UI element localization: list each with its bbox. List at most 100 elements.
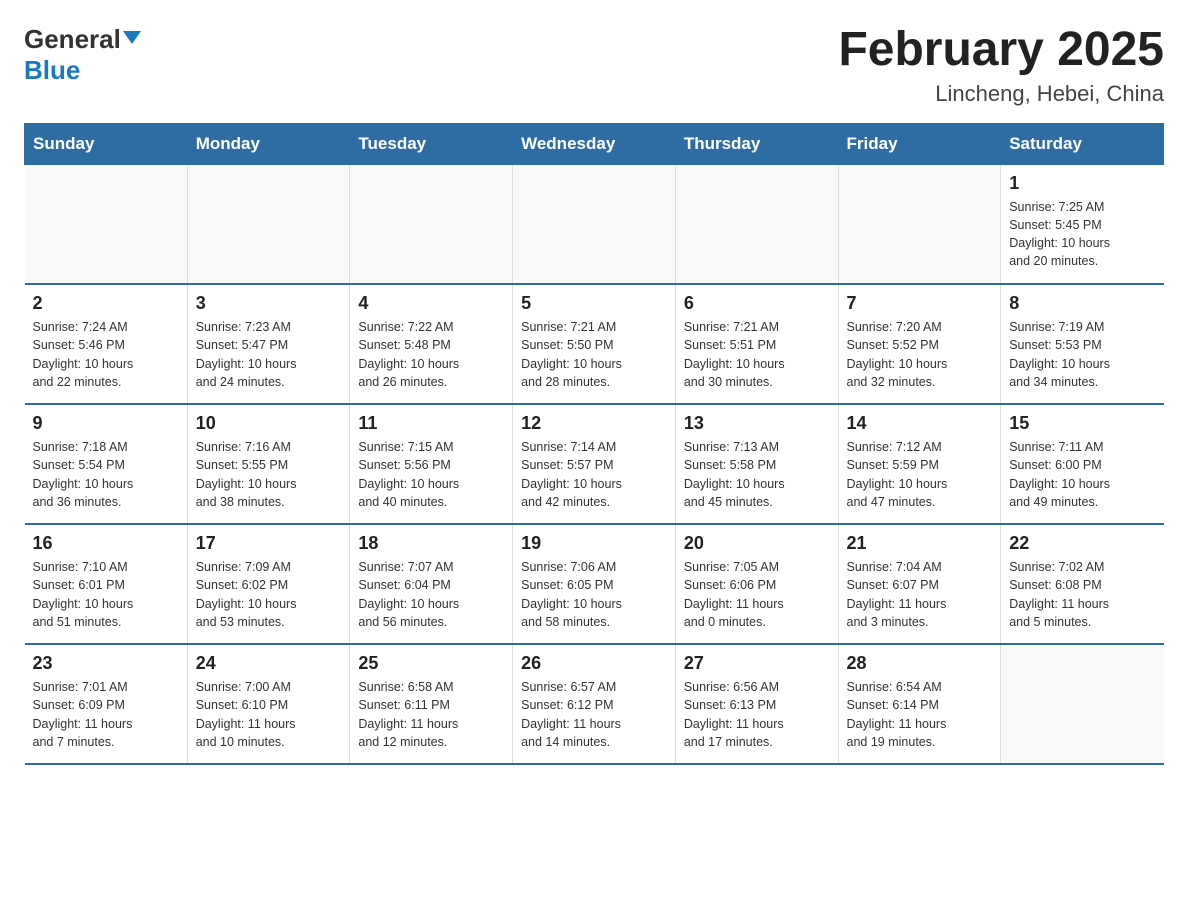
calendar-day-cell <box>25 164 188 284</box>
calendar-week-row: 16 Sunrise: 7:10 AMSunset: 6:01 PMDayligh… <box>25 524 1164 644</box>
title-block: February 2025 Lincheng, Hebei, China <box>838 24 1164 107</box>
calendar-day-cell <box>1001 644 1164 764</box>
calendar-day-cell: 5 Sunrise: 7:21 AMSunset: 5:50 PMDaylight… <box>513 284 676 404</box>
day-info: Sunrise: 7:21 AMSunset: 5:50 PMDaylight:… <box>521 318 667 391</box>
day-info: Sunrise: 7:23 AMSunset: 5:47 PMDaylight:… <box>196 318 342 391</box>
day-number: 8 <box>1009 293 1155 314</box>
calendar-day-cell: 6 Sunrise: 7:21 AMSunset: 5:51 PMDaylight… <box>675 284 838 404</box>
day-of-week-header: Monday <box>187 123 350 164</box>
day-number: 5 <box>521 293 667 314</box>
calendar-week-row: 23 Sunrise: 7:01 AMSunset: 6:09 PMDayligh… <box>25 644 1164 764</box>
day-info: Sunrise: 7:18 AMSunset: 5:54 PMDaylight:… <box>33 438 179 511</box>
day-number: 18 <box>358 533 504 554</box>
calendar-day-cell: 9 Sunrise: 7:18 AMSunset: 5:54 PMDaylight… <box>25 404 188 524</box>
calendar-day-cell: 27 Sunrise: 6:56 AMSunset: 6:13 PMDayligh… <box>675 644 838 764</box>
day-info: Sunrise: 7:09 AMSunset: 6:02 PMDaylight:… <box>196 558 342 631</box>
calendar-header: SundayMondayTuesdayWednesdayThursdayFrid… <box>25 123 1164 164</box>
calendar-day-cell: 1Sunrise: 7:25 AMSunset: 5:45 PMDaylight… <box>1001 164 1164 284</box>
calendar-day-cell: 7 Sunrise: 7:20 AMSunset: 5:52 PMDaylight… <box>838 284 1001 404</box>
day-info: Sunrise: 7:19 AMSunset: 5:53 PMDaylight:… <box>1009 318 1155 391</box>
day-number: 6 <box>684 293 830 314</box>
day-info: Sunrise: 7:04 AMSunset: 6:07 PMDaylight:… <box>847 558 993 631</box>
day-number: 11 <box>358 413 504 434</box>
logo-text: General <box>24 24 141 55</box>
header-row: SundayMondayTuesdayWednesdayThursdayFrid… <box>25 123 1164 164</box>
day-info: Sunrise: 6:56 AMSunset: 6:13 PMDaylight:… <box>684 678 830 751</box>
calendar-day-cell: 13 Sunrise: 7:13 AMSunset: 5:58 PMDayligh… <box>675 404 838 524</box>
day-info: Sunrise: 6:57 AMSunset: 6:12 PMDaylight:… <box>521 678 667 751</box>
calendar-day-cell: 22Sunrise: 7:02 AMSunset: 6:08 PMDayligh… <box>1001 524 1164 644</box>
calendar-day-cell: 26 Sunrise: 6:57 AMSunset: 6:12 PMDayligh… <box>513 644 676 764</box>
calendar-day-cell: 12Sunrise: 7:14 AMSunset: 5:57 PMDayligh… <box>513 404 676 524</box>
calendar-day-cell: 11 Sunrise: 7:15 AMSunset: 5:56 PMDayligh… <box>350 404 513 524</box>
calendar-day-cell <box>675 164 838 284</box>
calendar-day-cell: 23 Sunrise: 7:01 AMSunset: 6:09 PMDayligh… <box>25 644 188 764</box>
day-info: Sunrise: 7:02 AMSunset: 6:08 PMDaylight:… <box>1009 558 1155 631</box>
day-of-week-header: Friday <box>838 123 1001 164</box>
calendar-day-cell: 3 Sunrise: 7:23 AMSunset: 5:47 PMDaylight… <box>187 284 350 404</box>
calendar-day-cell: 17 Sunrise: 7:09 AMSunset: 6:02 PMDayligh… <box>187 524 350 644</box>
calendar-day-cell: 14Sunrise: 7:12 AMSunset: 5:59 PMDayligh… <box>838 404 1001 524</box>
day-info: Sunrise: 7:24 AMSunset: 5:46 PMDaylight:… <box>33 318 179 391</box>
day-number: 21 <box>847 533 993 554</box>
day-number: 13 <box>684 413 830 434</box>
day-number: 26 <box>521 653 667 674</box>
calendar-day-cell <box>187 164 350 284</box>
calendar-title: February 2025 <box>838 24 1164 77</box>
day-info: Sunrise: 6:54 AMSunset: 6:14 PMDaylight:… <box>847 678 993 751</box>
day-info: Sunrise: 7:10 AMSunset: 6:01 PMDaylight:… <box>33 558 179 631</box>
page-header: General Blue February 2025 Lincheng, Heb… <box>24 24 1164 107</box>
day-info: Sunrise: 7:22 AMSunset: 5:48 PMDaylight:… <box>358 318 504 391</box>
day-number: 10 <box>196 413 342 434</box>
logo-arrow-icon <box>123 31 141 44</box>
calendar-day-cell: 2 Sunrise: 7:24 AMSunset: 5:46 PMDaylight… <box>25 284 188 404</box>
calendar-day-cell: 21 Sunrise: 7:04 AMSunset: 6:07 PMDayligh… <box>838 524 1001 644</box>
logo: General Blue <box>24 24 141 86</box>
day-of-week-header: Wednesday <box>513 123 676 164</box>
day-number: 12 <box>521 413 667 434</box>
day-number: 19 <box>521 533 667 554</box>
day-number: 20 <box>684 533 830 554</box>
calendar-day-cell: 25Sunrise: 6:58 AMSunset: 6:11 PMDayligh… <box>350 644 513 764</box>
day-info: Sunrise: 7:07 AMSunset: 6:04 PMDaylight:… <box>358 558 504 631</box>
calendar-day-cell: 20Sunrise: 7:05 AMSunset: 6:06 PMDayligh… <box>675 524 838 644</box>
calendar-day-cell <box>513 164 676 284</box>
calendar-table: SundayMondayTuesdayWednesdayThursdayFrid… <box>24 123 1164 766</box>
calendar-day-cell: 8 Sunrise: 7:19 AMSunset: 5:53 PMDaylight… <box>1001 284 1164 404</box>
day-of-week-header: Sunday <box>25 123 188 164</box>
day-of-week-header: Thursday <box>675 123 838 164</box>
day-info: Sunrise: 7:11 AMSunset: 6:00 PMDaylight:… <box>1009 438 1155 511</box>
calendar-day-cell <box>838 164 1001 284</box>
day-number: 2 <box>33 293 179 314</box>
day-info: Sunrise: 7:25 AMSunset: 5:45 PMDaylight:… <box>1009 198 1155 271</box>
day-info: Sunrise: 7:15 AMSunset: 5:56 PMDaylight:… <box>358 438 504 511</box>
calendar-week-row: 9 Sunrise: 7:18 AMSunset: 5:54 PMDaylight… <box>25 404 1164 524</box>
calendar-day-cell <box>350 164 513 284</box>
day-info: Sunrise: 7:01 AMSunset: 6:09 PMDaylight:… <box>33 678 179 751</box>
day-info: Sunrise: 7:00 AMSunset: 6:10 PMDaylight:… <box>196 678 342 751</box>
day-info: Sunrise: 7:13 AMSunset: 5:58 PMDaylight:… <box>684 438 830 511</box>
day-number: 27 <box>684 653 830 674</box>
day-number: 23 <box>33 653 179 674</box>
calendar-day-cell: 4 Sunrise: 7:22 AMSunset: 5:48 PMDaylight… <box>350 284 513 404</box>
calendar-day-cell: 15 Sunrise: 7:11 AMSunset: 6:00 PMDayligh… <box>1001 404 1164 524</box>
calendar-week-row: 1Sunrise: 7:25 AMSunset: 5:45 PMDaylight… <box>25 164 1164 284</box>
day-number: 17 <box>196 533 342 554</box>
day-number: 9 <box>33 413 179 434</box>
calendar-day-cell: 19Sunrise: 7:06 AMSunset: 6:05 PMDayligh… <box>513 524 676 644</box>
day-number: 7 <box>847 293 993 314</box>
day-info: Sunrise: 7:16 AMSunset: 5:55 PMDaylight:… <box>196 438 342 511</box>
day-number: 3 <box>196 293 342 314</box>
day-number: 24 <box>196 653 342 674</box>
day-number: 28 <box>847 653 993 674</box>
day-of-week-header: Tuesday <box>350 123 513 164</box>
day-info: Sunrise: 7:20 AMSunset: 5:52 PMDaylight:… <box>847 318 993 391</box>
day-info: Sunrise: 6:58 AMSunset: 6:11 PMDaylight:… <box>358 678 504 751</box>
day-number: 14 <box>847 413 993 434</box>
calendar-day-cell: 10 Sunrise: 7:16 AMSunset: 5:55 PMDayligh… <box>187 404 350 524</box>
day-info: Sunrise: 7:21 AMSunset: 5:51 PMDaylight:… <box>684 318 830 391</box>
day-number: 16 <box>33 533 179 554</box>
calendar-week-row: 2 Sunrise: 7:24 AMSunset: 5:46 PMDaylight… <box>25 284 1164 404</box>
day-number: 15 <box>1009 413 1155 434</box>
day-number: 4 <box>358 293 504 314</box>
